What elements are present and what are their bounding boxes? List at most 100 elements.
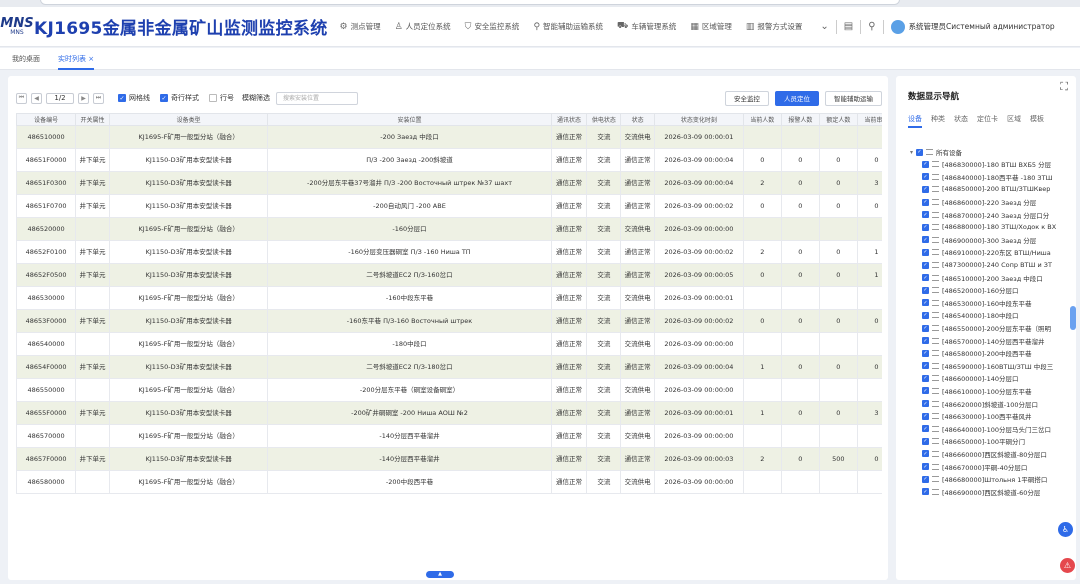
table-row[interactable]: 48652F0500 井下单元 KJ1150-D3矿用本安型读卡器 二号斜坡道EC2 … [16,263,882,287]
tree-item[interactable]: ✓ [486550000]-200分层东平巷（照明 [910,322,1076,335]
tree-item[interactable]: ✓ [486600000]-140分层口 [910,372,1076,385]
checkbox-icon[interactable]: ✓ [118,94,126,102]
table-row[interactable]: 486570000 KJ1695-F矿用一般型分站（融合） -140分层西平巷溜井通… [16,424,882,448]
tree-item[interactable]: ✓ [486590000]-160ВТШ/ЗТШ 中段三 [910,360,1076,373]
sidebar-tab[interactable]: 定位卡 [977,114,998,128]
column-header[interactable]: 额定人数 [818,113,858,126]
tree-item[interactable]: ✓ [486540000]-180中段口 [910,309,1076,322]
checkbox-icon[interactable]: ✓ [916,148,924,156]
page-tab[interactable]: 实时列表 × [58,48,95,70]
user-name[interactable]: 系统管理员Системный администратор [909,21,1055,32]
checkbox-icon[interactable]: ✓ [922,374,929,382]
checkbox-icon[interactable]: ✓ [922,337,929,345]
avatar[interactable] [890,19,905,34]
tree-item[interactable]: ✓ [486840000]-180西平巷 -180 ЗТШ [910,171,1076,184]
view-option-checkbox[interactable]: 行号 [209,93,234,103]
table-row[interactable]: 486550000 KJ1695-F矿用一般型分站（融合） -200分层东平巷（硐室… [16,378,882,402]
accessibility-icon[interactable]: ♿ [1058,522,1073,537]
toolbar-button[interactable]: 人员定位 [775,90,819,106]
checkbox-icon[interactable]: ✓ [922,488,929,496]
column-header[interactable]: 当前人数 [742,113,782,126]
column-header[interactable]: 设备类型 [108,113,269,126]
scroll-up-handle[interactable]: ▲ [426,571,454,578]
checkbox-icon[interactable]: ✓ [922,236,929,244]
nav-item[interactable]: ▥ 报警方式设置 [746,21,803,32]
nav-item[interactable]: ⛉ 安全监控系统 [465,21,520,32]
column-header[interactable]: 供电状态 [586,113,622,126]
page-tab[interactable]: 我的桌面 [12,48,40,70]
sidebar-tab[interactable]: 区域 [1007,114,1021,128]
table-row[interactable]: 48657F0000 井下单元 KJ1150-D3矿用本安型读卡器 -140分层西平巷… [16,447,882,471]
first-page-button[interactable]: ⏮ [16,92,27,104]
tree-item[interactable]: ✓ [486690000]西区斜坡道-60分层 [910,485,1076,498]
sidebar-scrollbar[interactable] [1070,306,1076,330]
column-header[interactable]: 安装位置 [267,113,552,126]
checkbox-icon[interactable]: ✓ [922,324,929,332]
checkbox-icon[interactable]: ✓ [922,223,929,231]
nav-item[interactable]: ⛟ 车辆管理系统 [617,21,676,32]
tree-item[interactable]: ✓ [486650000]-100平硐分门 [910,435,1076,448]
table-row[interactable]: 48651F0300 井下单元 KJ1150-D3矿用本安型读卡器 -200分层东平巷… [16,171,882,195]
address-bar[interactable] [40,0,900,5]
table-row[interactable]: 48653F0000 井下单元 KJ1150-D3矿用本安型读卡器 -160东平巷 П… [16,309,882,333]
checkbox-icon[interactable]: ✓ [922,185,929,193]
sidebar-tab[interactable]: 状态 [954,114,968,128]
prev-page-button[interactable]: ◀ [31,92,42,104]
checkbox-icon[interactable]: ✓ [922,160,929,168]
tree-item[interactable]: ✓ [486870000]-240 Заезд 分层口分 [910,208,1076,221]
alert-icon[interactable]: ⚠ [1060,558,1075,573]
sidebar-tab[interactable]: 种类 [931,114,945,128]
tree-item[interactable]: ✓ [486830000]-180 ВТШ ВХБ5 分层 [910,158,1076,171]
table-row[interactable]: 48651F0700 井下单元 KJ1150-D3矿用本安型读卡器 -200自动风门 … [16,194,882,218]
checkbox-icon[interactable]: ✓ [922,387,929,395]
tree-item[interactable]: ✓ [486880000]-180 ЗТШ/Ходок к ВХ [910,221,1076,234]
tree-root[interactable]: ▾ ✓ 所有设备 [910,146,1076,158]
tree-item[interactable]: ✓ [486570000]-140分层西平巷溜井 [910,334,1076,347]
checkbox-icon[interactable]: ✓ [922,299,929,307]
table-row[interactable]: 486530000 KJ1695-F矿用一般型分站（融合） -160中段东平巷 通信正… [16,286,882,310]
checkbox-icon[interactable] [209,94,217,102]
column-header[interactable]: 设备编号 [16,113,77,126]
checkbox-icon[interactable]: ✓ [922,274,929,282]
checkbox-icon[interactable]: ✓ [160,94,168,102]
tree-item[interactable]: ✓ [486850000]-200 ВТШ/ЗТШКвер [910,183,1076,196]
last-page-button[interactable]: ⏭ [93,92,104,104]
view-option-checkbox[interactable]: ✓ 奇行样式 [160,93,199,103]
tree-item[interactable]: ✓ [486860000]-220 Заезд 分层 [910,196,1076,209]
tree-item[interactable]: ✓ [486680000]Штольня 1平硐搭口 [910,473,1076,486]
table-row[interactable]: 486520000 KJ1695-F矿用一般型分站（融合） -160分层口 通信正常交… [16,217,882,241]
tree-item[interactable]: ✓ [486510000]-200 Заезд 中段口 [910,271,1076,284]
tree-item[interactable]: ✓ [487300000]-240 Сопр ВТШ и ЗТ [910,259,1076,272]
column-header[interactable]: 通讯状态 [550,113,588,126]
nav-item[interactable]: ⚲ 智能辅助运输系统 [533,21,603,32]
filter-input[interactable]: 搜索安装位置 [276,91,358,105]
checkbox-icon[interactable]: ✓ [922,211,929,219]
sidebar-tab[interactable]: 设备 [908,114,922,128]
table-row[interactable]: 48652F0100 井下单元 KJ1150-D3矿用本安型读卡器 -160分层变压器… [16,240,882,264]
tree-item[interactable]: ✓ [486630000]-100西平巷风井 [910,410,1076,423]
toolbar-button[interactable]: 智能辅助运输 [825,90,882,106]
checkbox-icon[interactable]: ✓ [922,286,929,294]
table-row[interactable]: 48651F0000 井下单元 KJ1150-D3矿用本安型读卡器 П/З -200 … [16,148,882,172]
tree-item[interactable]: ✓ [486530000]-160中段东平巷 [910,297,1076,310]
tree-item[interactable]: ✓ [486670000]平硐-40分层口 [910,460,1076,473]
checkbox-icon[interactable]: ✓ [922,400,929,408]
checkbox-icon[interactable]: ✓ [922,362,929,370]
tree-item[interactable]: ✓ [486620000]斜坡道-100分层口 [910,397,1076,410]
next-page-button[interactable]: ▶ [78,92,89,104]
nav-item[interactable]: ▦ 区域管理 [690,21,732,32]
nav-item[interactable]: ⚙ 测点管理 [340,21,381,32]
column-header[interactable]: 开关属性 [75,113,110,126]
checkbox-icon[interactable]: ✓ [922,412,929,420]
checkbox-icon[interactable]: ✓ [922,450,929,458]
collapse-arrow-icon[interactable]: ▾ [910,149,913,156]
expand-icon[interactable]: ⛶ [1060,80,1068,94]
nav-item[interactable]: ♙ 人员定位系统 [395,21,451,32]
checkbox-icon[interactable]: ✓ [922,437,929,445]
tree-item[interactable]: ✓ [486640000]-100分层马头门三岔口 [910,422,1076,435]
checkbox-icon[interactable]: ✓ [922,311,929,319]
tree-item[interactable]: ✓ [486660000]西区斜坡道-80分层口 [910,448,1076,461]
table-row[interactable]: 48654F0000 井下单元 KJ1150-D3矿用本安型读卡器 二号斜坡道EC2 … [16,355,882,379]
checkbox-icon[interactable]: ✓ [922,463,929,471]
column-header[interactable]: 报警人数 [780,113,820,126]
